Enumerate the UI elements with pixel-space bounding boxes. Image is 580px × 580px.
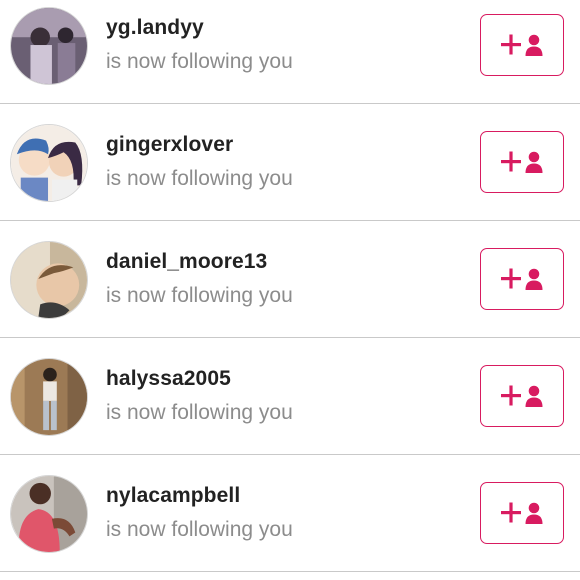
list-item[interactable]: gingerxlover is now following you <box>0 104 580 221</box>
list-item[interactable]: nylacampbell is now following you <box>0 455 580 572</box>
username[interactable]: halyssa2005 <box>106 367 231 391</box>
avatar[interactable] <box>10 241 88 319</box>
follow-message: is now following you <box>106 284 293 307</box>
follow-message: is now following you <box>106 518 293 541</box>
follow-message: is now following you <box>106 50 293 73</box>
follow-message: is now following you <box>106 167 293 190</box>
follow-message: is now following you <box>106 401 293 424</box>
follow-back-button[interactable] <box>480 365 564 427</box>
follower-notification-list: yg.landyy is now following you gingerxlo… <box>0 0 580 580</box>
list-item[interactable]: yg.landyy is now following you <box>0 0 580 104</box>
list-item[interactable]: daniel_moore13 is now following you <box>0 221 580 338</box>
avatar[interactable] <box>10 124 88 202</box>
list-item[interactable]: halyssa2005 is now following you <box>0 338 580 455</box>
username[interactable]: nylacampbell <box>106 484 240 508</box>
username[interactable]: yg.landyy <box>106 16 204 40</box>
username[interactable]: gingerxlover <box>106 133 233 157</box>
follow-back-button[interactable] <box>480 482 564 544</box>
follow-back-button[interactable] <box>480 131 564 193</box>
username[interactable]: daniel_moore13 <box>106 250 267 274</box>
add-user-icon <box>501 502 543 524</box>
add-user-icon <box>501 268 543 290</box>
add-user-icon <box>501 34 543 56</box>
avatar[interactable] <box>10 7 88 85</box>
follow-back-button[interactable] <box>480 248 564 310</box>
add-user-icon <box>501 151 543 173</box>
add-user-icon <box>501 385 543 407</box>
avatar[interactable] <box>10 475 88 553</box>
avatar[interactable] <box>10 358 88 436</box>
follow-back-button[interactable] <box>480 14 564 76</box>
